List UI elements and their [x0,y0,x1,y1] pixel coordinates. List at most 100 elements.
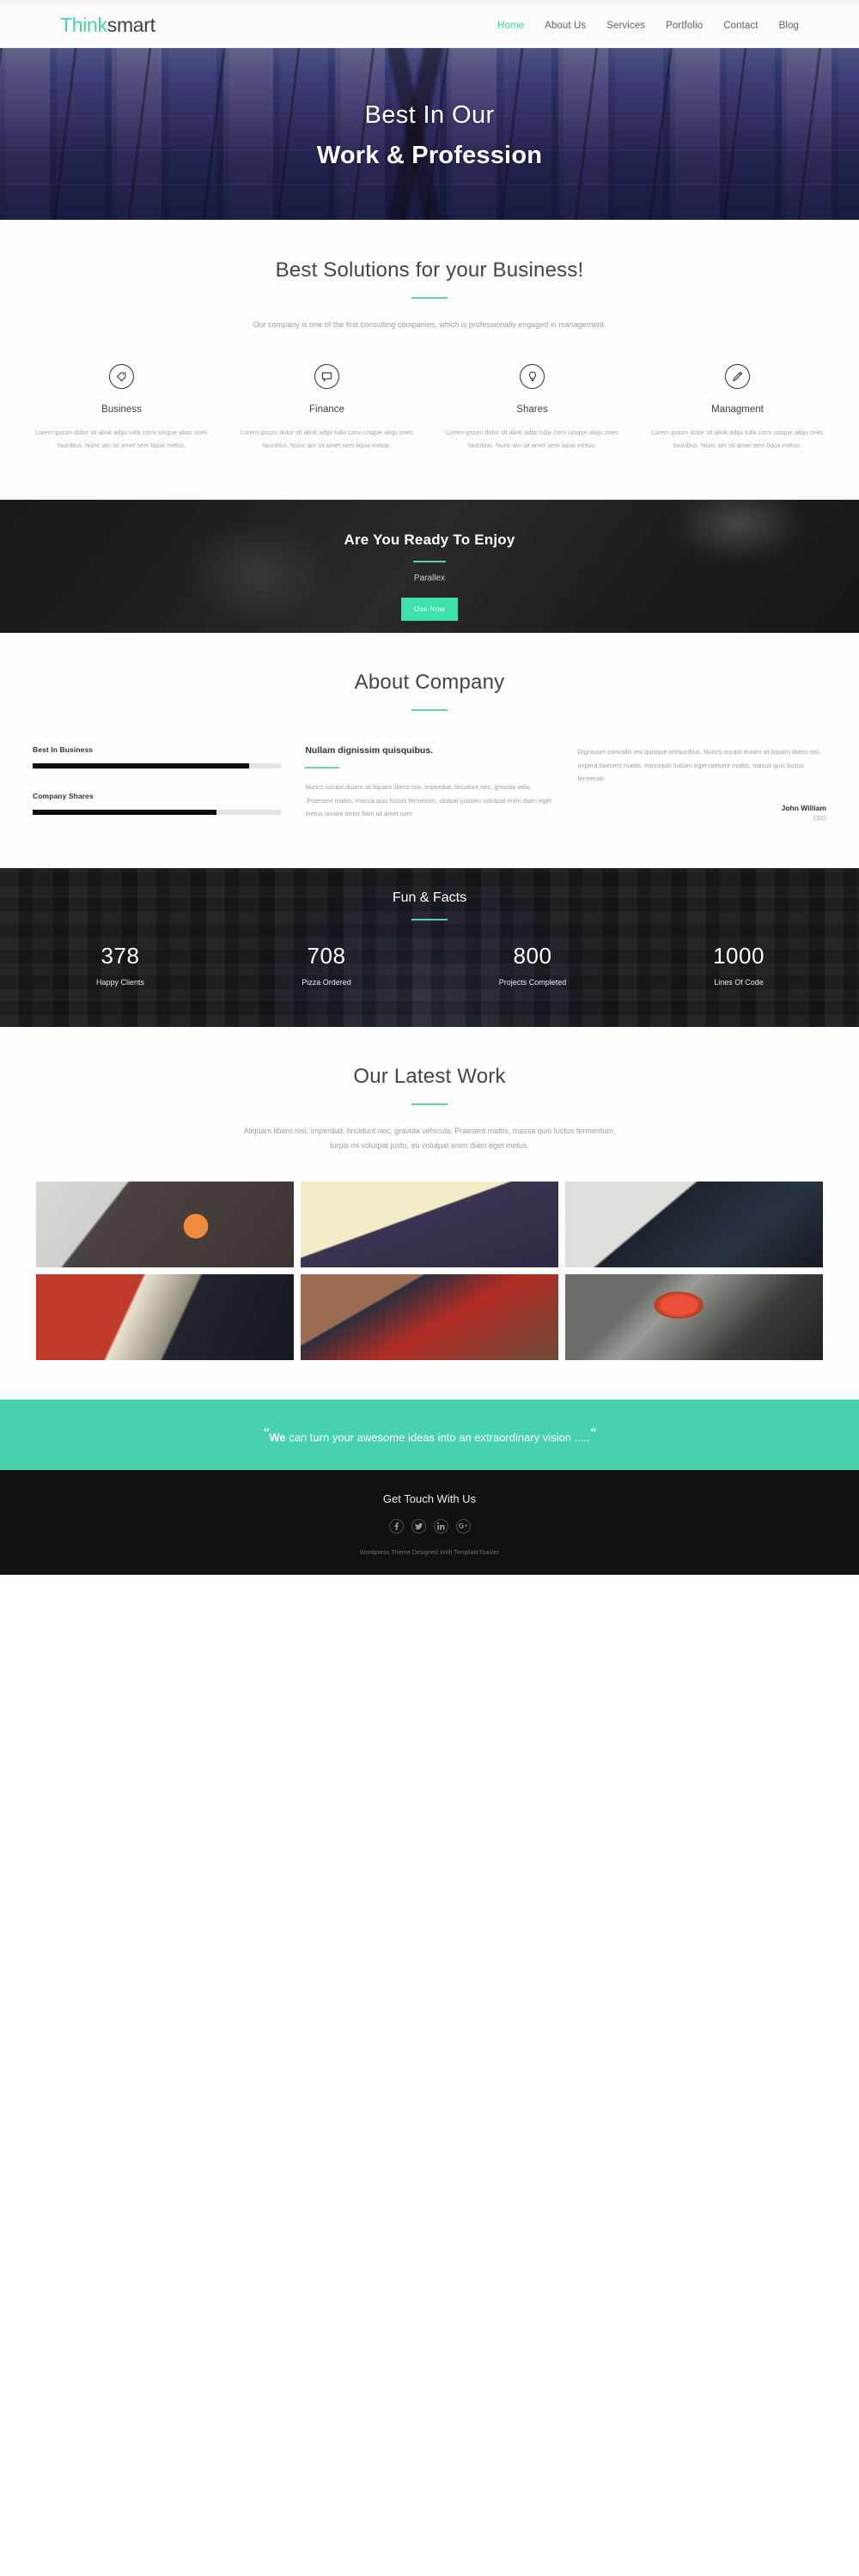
portfolio-thumbnail [301,1273,558,1360]
service-description: Lorem ipsum dolor sit alink adipi tulla … [650,428,825,450]
main-navigation: Home About Us Services Portfolio Contact… [497,21,799,31]
footer-copyright: Wordpress Theme Designed With TemplateTo… [359,1549,500,1556]
portfolio-section: Our Latest Work Aliquam libero nisi, imp… [0,1027,859,1400]
facts-grid: 378 Happy Clients 708 Pizza Ordered 800 … [0,943,859,987]
service-title: Finance [309,404,344,416]
counter-number: 708 [307,943,346,969]
portfolio-item[interactable] [36,1273,294,1360]
cta-content: Are You Ready To Enjoy Parallex Use Now [0,500,859,622]
site-header: Thinksmart Home About Us Services Portfo… [0,3,859,48]
portfolio-subtitle-line2: turpis mi volutpat justo, eu volutpat en… [329,1140,530,1150]
nav-item-services[interactable]: Services [606,21,645,31]
testimonial-author-role: CEO [813,816,826,823]
skill-label: Company Shares [33,792,94,801]
services-section: Best Solutions for your Business! Our co… [0,220,859,501]
hero-text-block: Best In Our Work & Profession [0,101,859,170]
counter-number: 1000 [713,943,765,969]
quote-mark-close: “ [589,1425,597,1441]
about-testimonial-column: Dignissim convallis est quisque onfaucib… [578,745,826,822]
footer-heading: Get Touch With Us [382,1492,477,1505]
footer-social-links [0,1518,859,1534]
about-section: About Company Best In Business Company S… [0,633,859,869]
service-title: Business [101,404,142,416]
portfolio-item[interactable] [565,1273,823,1360]
site-footer: Get Touch With Us Wordpress Theme Design… [0,1469,859,1575]
service-title: Shares [516,404,548,416]
portfolio-thumbnail [565,1273,823,1360]
nav-item-contact[interactable]: Contact [723,21,758,31]
portfolio-item[interactable] [301,1273,558,1360]
counter-label: Projects Completed [498,978,567,987]
nav-item-about-us[interactable]: About Us [545,21,586,31]
logo-think: Think [60,14,107,36]
service-card-management[interactable]: Managment Lorem ipsum dolor sit alink ad… [635,364,840,452]
fun-facts-section: Fun & Facts 378 Happy Clients 708 Pizza … [0,868,859,1028]
about-text-column: Nullam dignissim quisquibus. Nuncs sucip… [305,745,553,822]
about-skills-column: Best In Business Company Shares [33,745,282,822]
service-card-business[interactable]: Business Lorem ipsum dolor sit alink adi… [19,364,224,452]
counter-label: Pizza Ordered [302,978,351,987]
nav-item-home[interactable]: Home [497,21,524,31]
about-mid-heading: Nullam dignissim quisquibus. [305,745,434,756]
pencil-icon [725,364,750,390]
hero-banner: Best In Our Work & Profession [0,48,859,220]
facts-title: Fun & Facts [392,890,467,906]
linkedin-icon[interactable] [433,1518,448,1534]
facts-title-divider [411,919,448,921]
counter-label: Lines Of Code [714,978,764,987]
skill-bar-best-in-business: Best In Business [33,745,282,769]
nav-item-portfolio[interactable]: Portfolio [666,21,703,31]
hero-headline-line1: Best In Our [364,101,495,129]
portfolio-thumbnail [36,1181,294,1267]
skill-label: Best In Business [33,745,94,755]
about-grid: Best In Business Company Shares Nullam d… [0,745,859,822]
portfolio-title: Our Latest Work [353,1065,506,1089]
skill-track [33,763,282,769]
services-subtitle: Our company is one of the first consulti… [253,320,606,329]
portfolio-item[interactable] [301,1181,558,1267]
logo-smart: smart [107,14,155,36]
quote-rest: can turn your awesome ideas into an extr… [285,1431,590,1444]
facebook-icon[interactable] [388,1518,404,1534]
use-now-button[interactable]: Use Now [401,598,458,622]
google-plus-icon[interactable] [455,1518,471,1534]
portfolio-item[interactable] [36,1181,294,1267]
portfolio-item[interactable] [565,1181,823,1267]
counter-lines-of-code: 1000 Lines Of Code [636,943,842,987]
hero-headline-line2: Work & Profession [316,142,543,169]
twitter-icon[interactable] [411,1518,426,1534]
facts-content: Fun & Facts 378 Happy Clients 708 Pizza … [0,868,859,987]
counter-label: Happy Clients [95,978,145,987]
skill-fill [33,763,249,769]
counter-number: 800 [513,943,552,969]
service-card-shares[interactable]: Shares Lorem ipsum dolor sit alink adipi… [430,364,635,452]
service-description: Lorem ipsum dolor sit alink adipi tulla … [34,428,209,450]
about-right-body: Dignissim convallis est quisque onfaucib… [577,748,821,782]
portfolio-subtitle-line1: Aliquam libero nisi, imperdiat, tincidun… [243,1127,616,1136]
cta-heading: Are You Ready To Enjoy [344,532,515,549]
services-grid: Business Lorem ipsum dolor sit alink adi… [0,364,859,452]
parallax-cta-section: Are You Ready To Enjoy Parallex Use Now [0,500,859,634]
site-logo[interactable]: Thinksmart [60,14,155,37]
counter-happy-clients: 378 Happy Clients [17,943,223,987]
service-description: Lorem ipsum dolor sit alink adipi tulla … [445,428,619,450]
skill-track [33,810,282,816]
lightbulb-icon [520,364,545,390]
about-title-divider [411,709,448,712]
about-title: About Company [354,671,505,695]
nav-item-blog[interactable]: Blog [779,21,799,31]
tag-icon [109,364,134,390]
service-title: Managment [711,404,764,416]
services-title: Best Solutions for your Business! [275,258,584,282]
portfolio-thumbnail [36,1273,294,1360]
counter-number: 378 [101,943,140,969]
portfolio-title-divider [411,1103,448,1106]
cta-divider [413,561,446,563]
cta-subheading: Parallex [413,574,446,584]
counter-projects-completed: 800 Projects Completed [430,943,636,987]
service-card-finance[interactable]: Finance Lorem ipsum dolor sit alink adip… [224,364,430,452]
quote-text: “ We can turn your awesome ideas into an … [263,1425,596,1443]
portfolio-thumbnail [301,1181,558,1267]
portfolio-subtitle: Aliquam libero nisi, imperdiat, tincidun… [0,1124,859,1151]
testimonial-author-name: John William [781,804,826,813]
